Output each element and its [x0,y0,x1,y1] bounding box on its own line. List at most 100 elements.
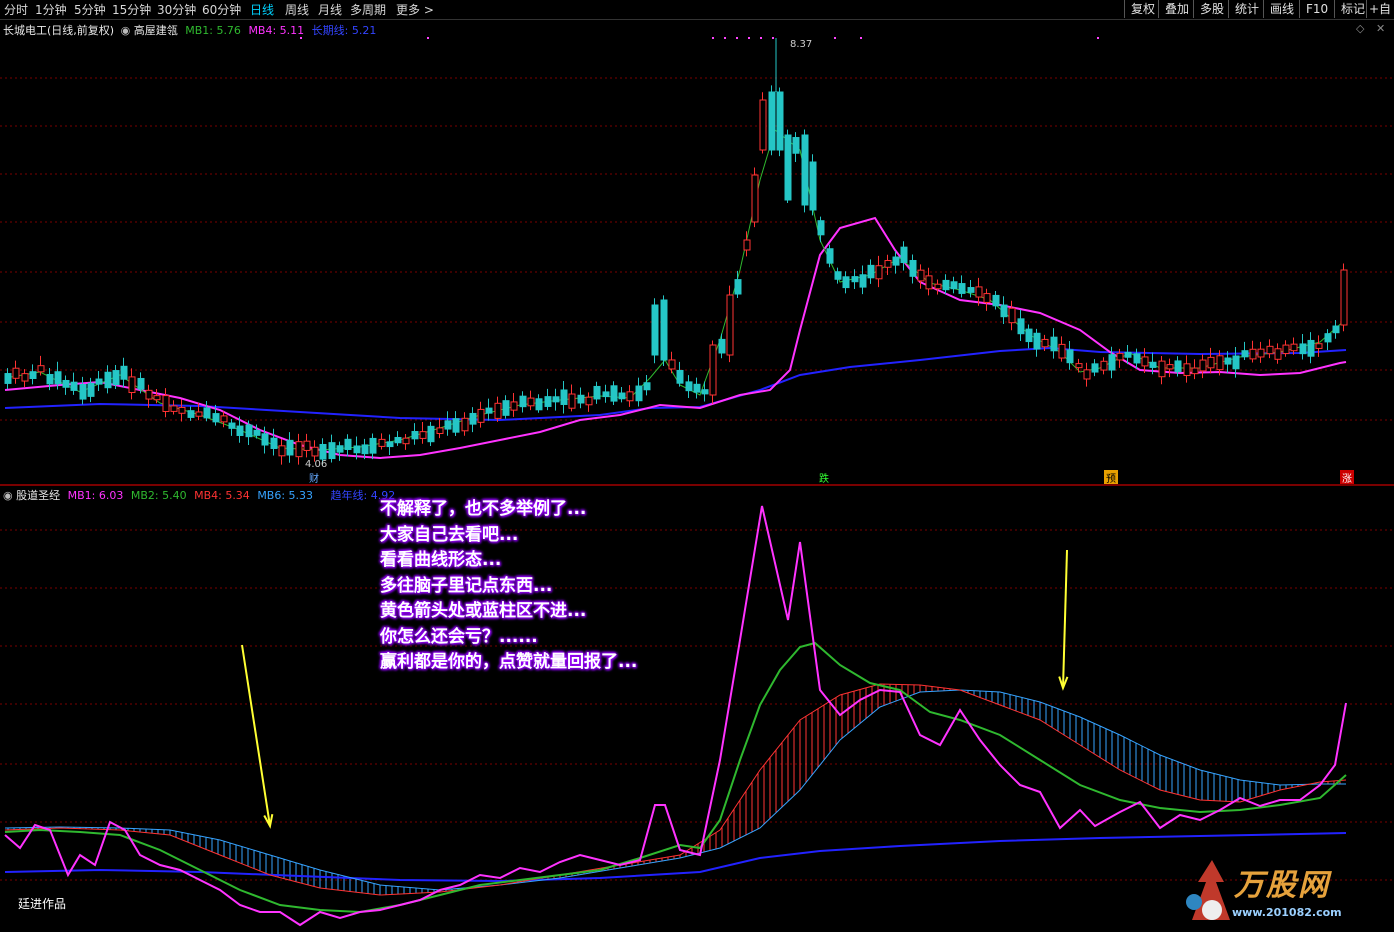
candle-body [162,395,170,412]
candle-body [1058,343,1066,359]
sub-mb6-value: MB6: 5.33 [257,489,314,502]
candle-body [784,134,792,201]
sub-long-line [4,832,1347,883]
candle-body [153,395,161,401]
candle-body [958,283,966,294]
candle-body [104,371,112,389]
candle-body [801,134,809,206]
candle-body [419,431,427,439]
candle-body [626,391,634,402]
candle-body [79,383,87,400]
candle-body [319,443,327,460]
candle-body [867,264,875,279]
candlestick-chart[interactable] [0,0,1394,485]
signal-dot [834,37,836,39]
signal-dot [760,37,762,39]
candle-body [651,304,659,356]
candle-body [502,400,510,416]
candle-body [46,373,54,385]
candle-body [303,440,311,451]
candle-body [70,381,78,391]
candle-body [1008,307,1016,324]
candle-body [411,430,419,440]
candle-body [1216,355,1224,371]
candle-body [610,385,618,402]
sub-mb2-value: MB2: 5.40 [130,489,187,502]
candle-body [709,344,717,396]
candle-body [1199,359,1207,372]
candle-body [311,446,319,457]
candle-body [1324,333,1332,343]
yellow-arrow-right [1062,549,1068,689]
candle-body [510,401,518,411]
candle-body [1282,344,1290,355]
candle-body [1050,336,1058,352]
candle-body [1340,269,1348,326]
candle-body [1207,356,1215,369]
candle-body [660,299,668,361]
candle-body [494,402,502,419]
candle-body [477,408,485,423]
candle-body [253,429,261,436]
sub-indicator-name[interactable]: 股道圣经 [16,489,60,502]
annotation-line: 黄色箭头处或蓝柱区不进... [380,601,587,621]
event-marker-fall[interactable]: 跌 [817,470,831,485]
candle-body [909,260,917,277]
sub-mb4-line [4,683,1347,896]
candle-body [934,283,942,290]
candle-body [544,396,552,407]
annotation-text: 不解释了，也不多举例了... 大家自己去看吧... 看看曲线形态... 多往脑子… [380,497,637,676]
candle-body [203,407,211,419]
candle-body [768,91,776,151]
candle-body [1066,349,1074,364]
candle-body [1257,348,1265,358]
candle-body [1183,363,1191,377]
yellow-arrow-right-head [1058,676,1069,691]
candle-body [560,389,568,405]
candle-body [593,385,601,400]
candle-body [336,445,344,453]
candle-body [286,439,294,456]
candle-body [1249,348,1257,360]
candle-body [618,392,626,400]
candle-body [378,438,386,447]
candle-body [1232,355,1240,370]
panel-divider[interactable] [0,484,1394,486]
candle-body [236,425,244,436]
candle-body [776,91,784,151]
candle-body [925,275,933,290]
candle-body [552,396,560,403]
candle-body [4,373,12,384]
signal-dot [772,37,774,39]
sub-mb1-value: MB1: 6.03 [67,489,124,502]
candle-body [461,417,469,432]
candle-body [353,445,361,454]
candle-body [220,415,228,423]
candle-body [685,381,693,392]
candle-body [726,294,734,356]
candle-body [875,265,883,280]
event-marker-forecast[interactable]: 预 [1104,470,1118,485]
candle-body [361,444,369,455]
mb4-line [4,216,1347,460]
candle-body [792,137,800,154]
candle-body [37,365,45,373]
candle-body [112,370,120,386]
event-marker-rise[interactable]: 涨 [1340,470,1354,485]
signal-dot [300,37,302,39]
candle-body [21,373,29,382]
candle-body [759,99,767,151]
sub-mb2-line [4,641,1347,914]
event-marker-finance[interactable]: 财 [307,470,321,485]
candle-body [1266,345,1274,355]
candle-body [734,279,742,295]
annotation-line: 大家自己去看吧... [380,524,519,545]
candle-body [577,394,585,404]
sub-indicator-switch-icon[interactable]: ◉ [3,489,13,502]
candle-body [1033,332,1041,350]
signal-dot [724,37,726,39]
candle-body [676,369,684,384]
yellow-arrow-left-head [263,814,274,829]
candle-body [29,371,37,380]
candle-body [95,378,103,385]
